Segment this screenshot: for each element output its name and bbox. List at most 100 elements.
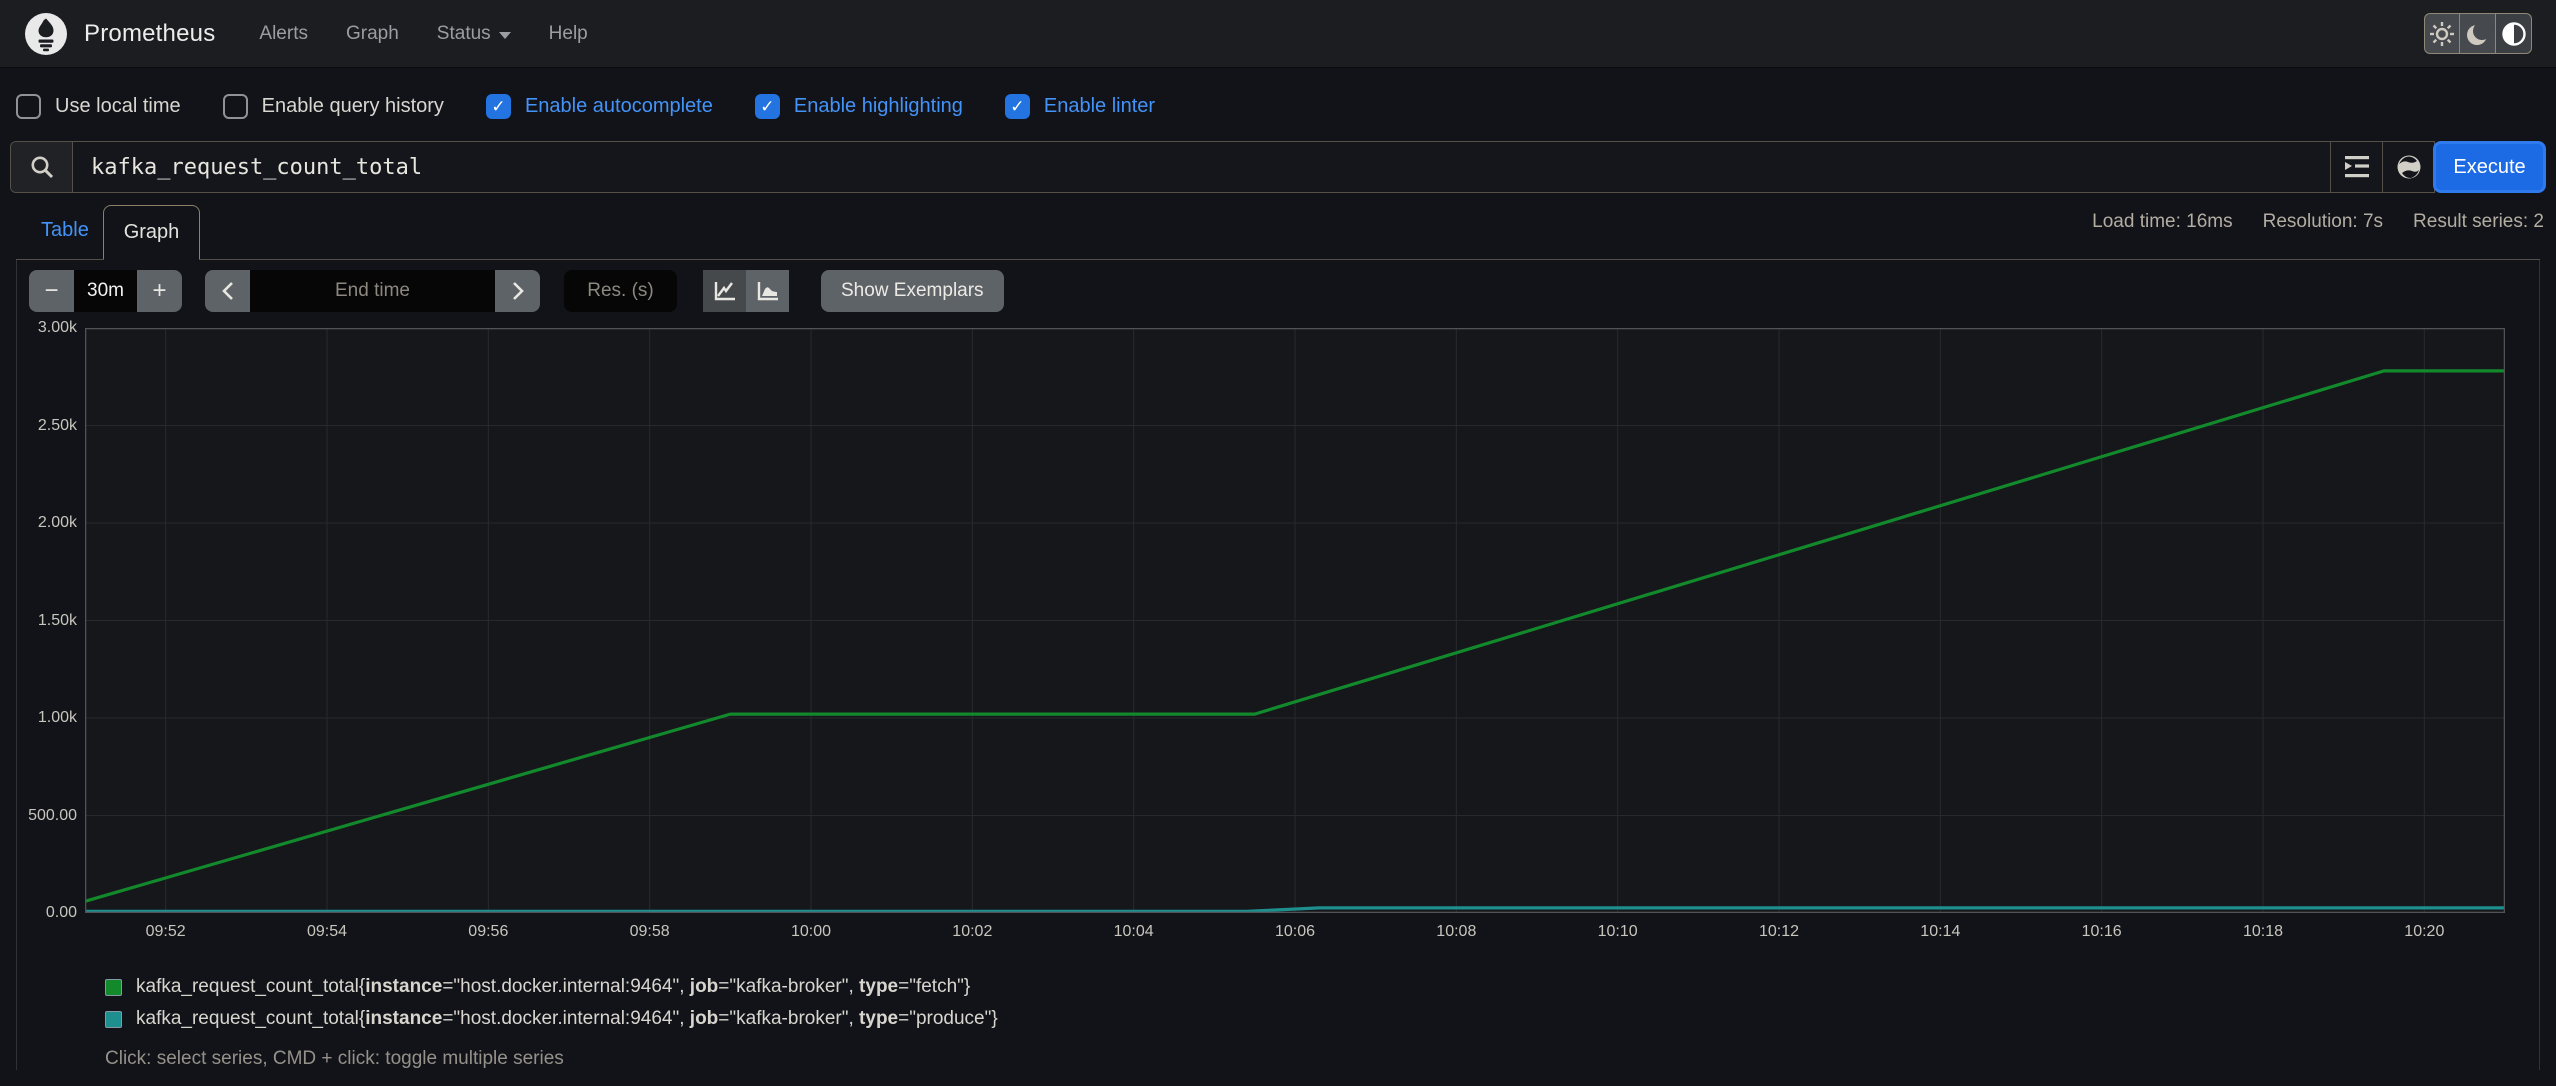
- option-use-local-time[interactable]: Use local time: [16, 94, 181, 119]
- auto-contrast-icon: [2501, 21, 2526, 46]
- query-bar: Execute: [10, 141, 2546, 193]
- query-stats: Load time: 16ms Resolution: 7s Result seri…: [2092, 211, 2544, 233]
- metrics-explorer-button[interactable]: [2330, 142, 2382, 192]
- nav-link-graph[interactable]: Graph: [346, 23, 399, 45]
- time-forward-button[interactable]: [495, 270, 540, 312]
- x-axis-tick-label: 09:52: [145, 923, 186, 940]
- y-axis-tick-label: 1.00k: [37, 709, 77, 726]
- query-options-row: Use local time Enable query history ✓ Enabl…: [0, 68, 2556, 141]
- nav-links: Alerts Graph Status Help: [259, 23, 587, 45]
- option-label: Enable highlighting: [793, 95, 963, 117]
- nav-link-help[interactable]: Help: [549, 23, 588, 45]
- x-axis-tick-label: 10:06: [1274, 923, 1316, 940]
- line-chart-button[interactable]: [703, 270, 746, 312]
- app-title: Prometheus: [84, 19, 216, 47]
- brand[interactable]: Prometheus: [24, 12, 215, 56]
- x-axis-tick-label: 09:58: [629, 923, 670, 940]
- x-axis-tick-label: 09:56: [468, 923, 509, 940]
- end-time-input[interactable]: [250, 270, 495, 312]
- x-axis-tick-label: 10:08: [1436, 923, 1477, 940]
- y-axis-tick-label: 500.00: [28, 806, 77, 824]
- option-label: Enable linter: [1043, 95, 1156, 117]
- metrics-explorer-icon: [2344, 156, 2369, 178]
- plot-area[interactable]: [85, 328, 2505, 913]
- range-stepper: − +: [29, 270, 182, 312]
- x-axis-tick-label: 10:12: [1758, 923, 1800, 940]
- nav-link-status[interactable]: Status: [437, 23, 511, 45]
- meta-row: Table Graph Load time: 16ms Resolution: 7…: [0, 205, 2556, 260]
- legend-item-fetch[interactable]: kafka_request_count_total{instance="host…: [105, 976, 2539, 998]
- stacked-chart-icon: [757, 282, 778, 301]
- nav-link-label: Help: [548, 22, 588, 44]
- chart[interactable]: 0.00 500.00 1.00k 1.50k 2.00k 2.50k 3.00k 09:52…: [17, 319, 2539, 970]
- chart-type-toggle: [703, 270, 789, 312]
- nav-link-label: Alerts: [259, 22, 308, 44]
- nav-link-label: Status: [436, 22, 491, 44]
- range-input[interactable]: [74, 270, 137, 312]
- option-label: Enable query history: [261, 95, 444, 117]
- legend-series-label: kafka_request_count_total{instance="host…: [136, 1008, 998, 1029]
- show-exemplars-button[interactable]: Show Exemplars: [821, 270, 1004, 312]
- theme-toggle-group: [2424, 13, 2532, 54]
- legend-hint: Click: select series, CMD + click: toggl…: [105, 1048, 564, 1069]
- navbar: Prometheus Alerts Graph Status Help: [0, 0, 2556, 68]
- option-label: Enable autocomplete: [524, 95, 713, 117]
- legend-swatch: [105, 1010, 122, 1028]
- nav-link-alerts[interactable]: Alerts: [259, 23, 308, 45]
- theme-button-auto-contrast-icon[interactable]: [2496, 13, 2532, 54]
- option-label: Use local time: [55, 95, 181, 117]
- option-enable-linter[interactable]: ✓ Enable linter: [1004, 94, 1156, 119]
- option-enable-autocomplete[interactable]: ✓ Enable autocomplete: [485, 94, 713, 119]
- chevron-down-icon: [498, 31, 511, 39]
- checkbox: ✓: [754, 94, 780, 119]
- checkbox: [222, 94, 248, 119]
- theme-button-moon-icon[interactable]: [2460, 13, 2496, 54]
- end-time-group: [205, 270, 540, 312]
- legend-series-label: kafka_request_count_total{instance="host…: [136, 976, 971, 997]
- line-chart-icon: [714, 282, 735, 301]
- tab-table[interactable]: Table: [41, 219, 89, 242]
- x-axis-tick-label: 10:20: [2404, 923, 2445, 940]
- y-axis-tick-label: 2.00k: [37, 514, 77, 531]
- tab-graph[interactable]: Graph: [103, 205, 200, 260]
- y-axis-tick-label: 1.50k: [37, 611, 77, 629]
- chevron-left-icon: [221, 282, 233, 300]
- checkbox: ✓: [1004, 94, 1030, 119]
- local-time-globe-button[interactable]: [2382, 142, 2434, 192]
- checkbox: ✓: [485, 94, 511, 119]
- stat-item: Result series: 2: [2413, 211, 2544, 232]
- chart-legend: kafka_request_count_total{instance="host…: [17, 970, 2539, 1030]
- x-axis-tick-label: 10:02: [952, 923, 993, 940]
- stat-item: Resolution: 7s: [2262, 211, 2384, 232]
- x-axis-tick-label: 09:54: [306, 923, 348, 940]
- graph-controls: − +: [17, 260, 2539, 320]
- time-back-button[interactable]: [205, 270, 250, 312]
- query-input[interactable]: [73, 142, 2330, 192]
- execute-button[interactable]: Execute: [2433, 141, 2546, 193]
- legend-swatch: [105, 978, 122, 996]
- range-decrease-button[interactable]: −: [29, 270, 74, 312]
- y-axis-tick-label: 3.00k: [37, 319, 77, 336]
- search-icon: [11, 142, 73, 192]
- x-axis-tick-label: 10:00: [790, 923, 832, 940]
- x-axis-tick-label: 10:04: [1113, 923, 1154, 940]
- option-enable-highlighting[interactable]: ✓ Enable highlighting: [754, 94, 963, 119]
- x-axis-tick-label: 10:14: [1920, 923, 1961, 940]
- nav-link-label: Graph: [345, 22, 399, 44]
- resolution-input[interactable]: [564, 270, 677, 312]
- legend-item-produce[interactable]: kafka_request_count_total{instance="host…: [105, 1008, 2539, 1030]
- x-axis-tick-label: 10:16: [2081, 923, 2122, 940]
- y-axis-tick-label: 2.50k: [37, 416, 77, 434]
- option-enable-query-history[interactable]: Enable query history: [222, 94, 444, 119]
- checkbox: [16, 94, 41, 119]
- theme-button-sun-icon[interactable]: [2424, 13, 2460, 54]
- range-increase-button[interactable]: +: [137, 270, 182, 312]
- graph-panel: − +: [16, 260, 2540, 1070]
- stat-item: Load time: 16ms: [2092, 211, 2233, 232]
- x-axis-tick-label: 10:18: [2242, 923, 2284, 940]
- y-axis-tick-label: 0.00: [45, 904, 77, 921]
- chevron-right-icon: [512, 282, 524, 300]
- sun-icon: [2430, 21, 2454, 46]
- stacked-chart-button[interactable]: [746, 270, 789, 312]
- globe-icon: [2397, 155, 2420, 179]
